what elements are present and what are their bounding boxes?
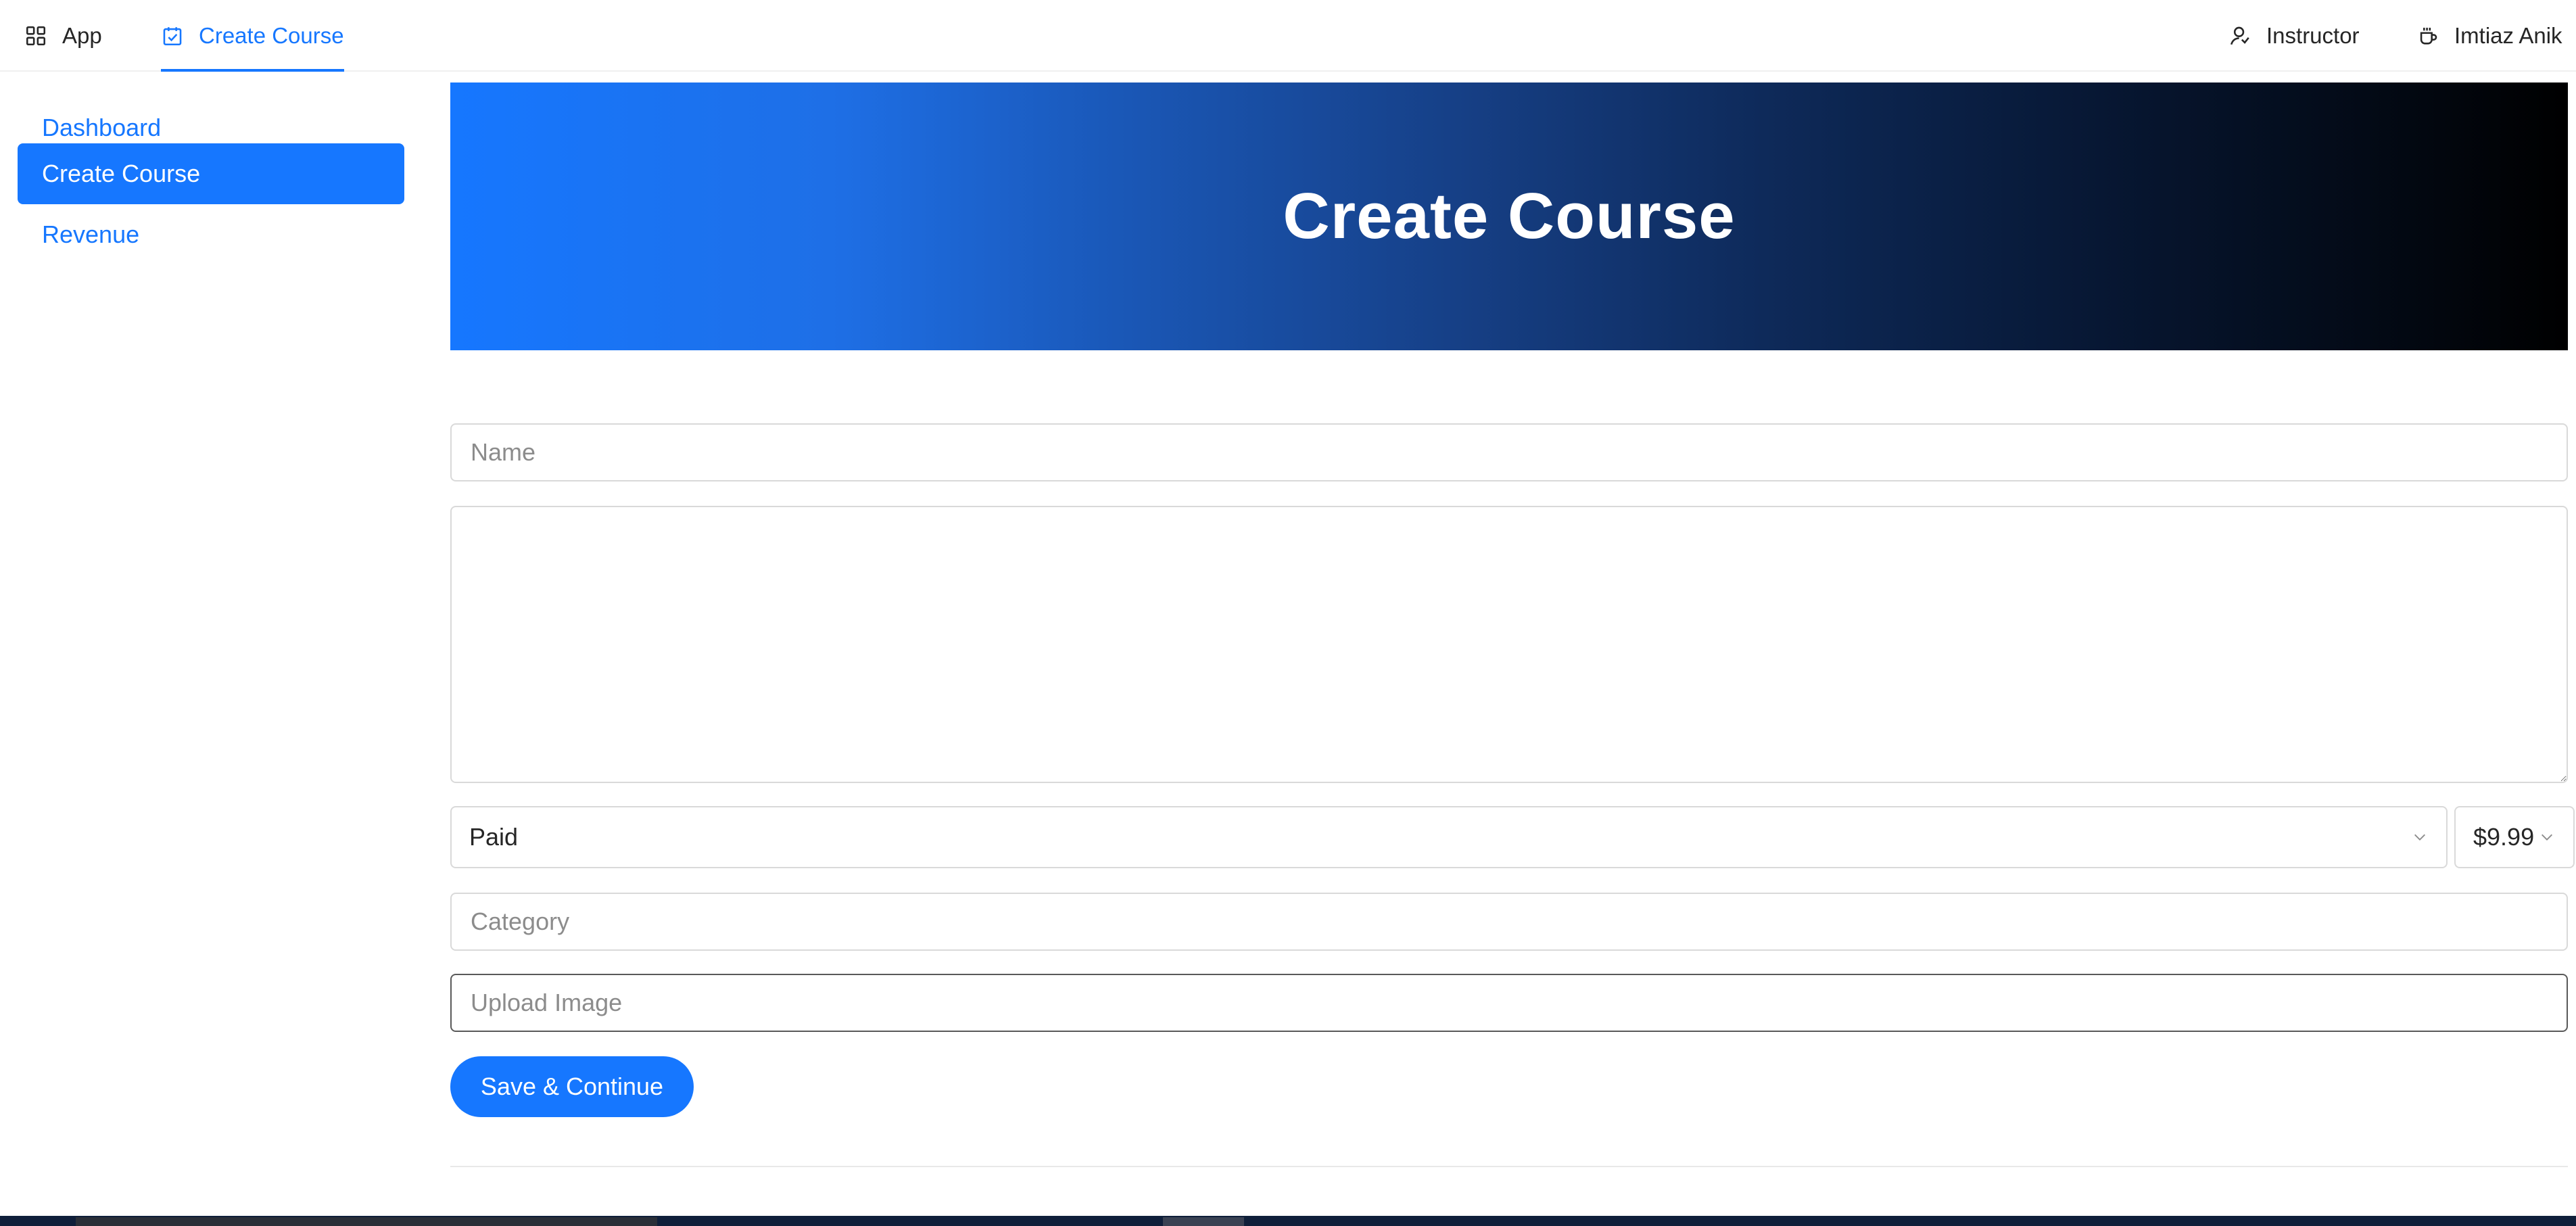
app-grid-icon	[24, 24, 47, 47]
course-description-textarea[interactable]	[450, 506, 2568, 783]
nav-item-user[interactable]: Imtiaz Anik	[2416, 0, 2562, 72]
taskbar-item[interactable]	[76, 1217, 657, 1226]
top-navigation: App Create Course Instructor Imtiaz Anik	[0, 0, 2576, 72]
chevron-down-icon	[2412, 830, 2427, 845]
taskbar	[0, 1216, 2576, 1226]
save-continue-button[interactable]: Save & Continue	[450, 1056, 694, 1117]
sidebar-item-label: Revenue	[42, 220, 140, 248]
nav-item-create-course[interactable]: Create Course	[161, 0, 344, 72]
coffee-icon	[2416, 24, 2439, 47]
divider	[450, 1166, 2568, 1167]
upload-image-input[interactable]	[450, 974, 2568, 1032]
nav-item-app[interactable]: App	[24, 0, 102, 72]
chevron-down-icon	[2539, 830, 2554, 845]
user-switch-icon	[2228, 24, 2251, 47]
paid-select[interactable]: Paid	[450, 806, 2448, 868]
price-select[interactable]: $9.99	[2454, 806, 2575, 868]
course-name-input[interactable]	[450, 423, 2568, 481]
calendar-check-icon	[161, 24, 184, 47]
price-select-value: $9.99	[2473, 823, 2535, 851]
nav-item-instructor-label: Instructor	[2266, 23, 2360, 48]
category-input[interactable]	[450, 893, 2568, 951]
sidebar-item-label: Create Course	[42, 160, 201, 187]
nav-item-app-label: App	[62, 23, 102, 48]
page-title: Create Course	[1283, 180, 1736, 252]
paid-select-value: Paid	[469, 823, 519, 851]
user-name: Imtiaz Anik	[2454, 23, 2562, 48]
nav-item-create-course-label: Create Course	[199, 23, 344, 48]
page-banner: Create Course	[450, 82, 2568, 350]
sidebar-item-create-course[interactable]: Create Course	[18, 143, 404, 204]
sidebar-item-revenue[interactable]: Revenue	[18, 204, 404, 265]
sidebar-item-label: Dashboard	[42, 114, 162, 141]
sidebar: Dashboard Create Course Revenue	[0, 73, 421, 1216]
nav-item-instructor[interactable]: Instructor	[2228, 0, 2360, 72]
taskbar-item[interactable]	[1163, 1217, 1244, 1226]
